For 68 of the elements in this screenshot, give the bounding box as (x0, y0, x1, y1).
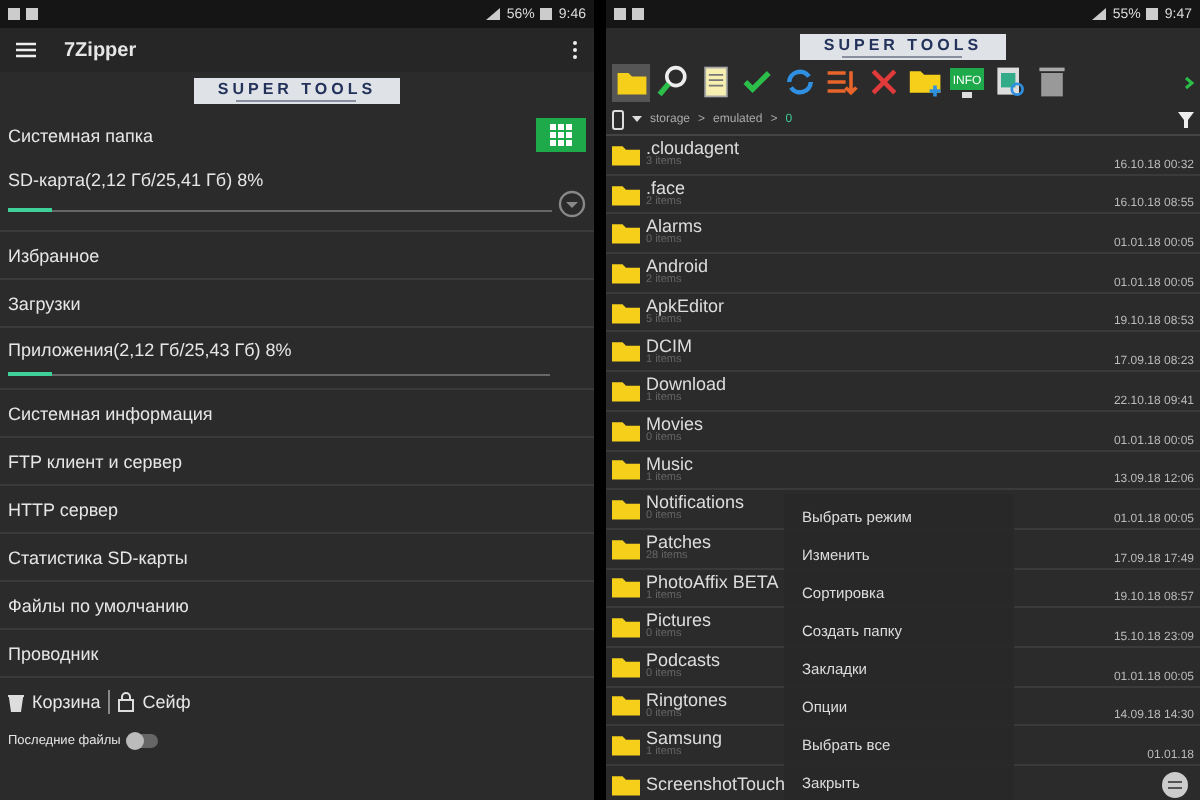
file-name: Android (646, 258, 709, 277)
filter-icon[interactable] (1178, 111, 1194, 127)
trash-link[interactable]: Корзина (32, 692, 101, 712)
file-name: .cloudagent (646, 140, 740, 159)
menu-item[interactable]: Файлы по умолчанию (8, 595, 586, 615)
folder-icon[interactable] (612, 63, 650, 101)
safe-link[interactable]: Сейф (142, 692, 191, 712)
file-name: ScreenshotTouch (646, 775, 786, 794)
file-name: Podcasts (646, 652, 721, 671)
menu-item[interactable]: SD-карта(2,12 Гб/25,41 Гб) 8% (8, 170, 586, 190)
menu-item[interactable]: Статистика SD-карты (8, 547, 586, 567)
folder-icon (612, 379, 640, 402)
toggle-switch[interactable] (128, 734, 159, 748)
file-name: Download (646, 376, 727, 395)
dropdown-icon[interactable] (558, 190, 586, 218)
lines-icon (1168, 780, 1182, 790)
file-name: Ringtones (646, 691, 728, 710)
folder-icon (612, 458, 640, 481)
file-name: Patches (646, 533, 712, 552)
grid-button[interactable] (536, 118, 586, 152)
folder-icon (612, 734, 640, 757)
folder-icon (612, 537, 640, 560)
folder-icon (612, 301, 640, 324)
menu-item[interactable]: Приложения(2,12 Гб/25,43 Гб) 8% (8, 340, 586, 360)
menu-item[interactable]: Системная папка (8, 125, 153, 145)
file-name: DCIM (646, 337, 692, 356)
file-name: Pictures (646, 612, 712, 631)
menu-item[interactable]: FTP клиент и сервер (8, 451, 586, 471)
file-name: ApkEditor (646, 297, 725, 316)
menu-item[interactable]: Избранное (8, 245, 586, 265)
folder-icon (612, 616, 640, 639)
menu-item[interactable]: HTTP сервер (8, 499, 586, 519)
app-title: 7Zipper (64, 39, 137, 61)
trash-icon (8, 693, 24, 711)
logo-banner: SUPER TOOLS (799, 34, 1007, 60)
folder-icon (612, 694, 640, 717)
grid-icon (550, 124, 572, 146)
folder-icon (612, 143, 640, 166)
folder-icon (612, 773, 640, 796)
file-name: Samsung (646, 730, 723, 749)
folder-icon (612, 261, 640, 284)
folder-icon (612, 183, 640, 206)
search-icon[interactable] (654, 63, 692, 101)
menu-item[interactable]: Загрузки (8, 293, 586, 313)
menu-item[interactable]: Проводник (8, 643, 586, 663)
caret-icon[interactable] (632, 116, 642, 122)
more-icon[interactable] (572, 40, 578, 60)
file-name: Notifications (646, 494, 745, 513)
file-name: Music (646, 455, 694, 474)
file-name: Movies (646, 415, 704, 434)
folder-icon (612, 340, 640, 363)
logo-banner: SUPER TOOLS (193, 78, 401, 104)
floating-menu-button[interactable] (1162, 772, 1188, 798)
file-name: PhotoAffix BETA (646, 573, 779, 592)
menu-icon[interactable] (16, 42, 36, 58)
folder-icon (612, 576, 640, 599)
folder-icon (612, 222, 640, 245)
phone-icon[interactable] (612, 109, 624, 129)
file-name: .face (646, 179, 686, 198)
file-name: Alarms (646, 218, 703, 237)
folder-icon (612, 498, 640, 521)
signal-icon (486, 8, 501, 20)
menu-item[interactable]: Системная информация (8, 403, 586, 423)
lock-icon (118, 692, 135, 712)
chevron-right-icon[interactable] (1184, 75, 1194, 89)
folder-icon (612, 655, 640, 678)
signal-icon (1092, 8, 1107, 20)
folder-icon (612, 419, 640, 442)
